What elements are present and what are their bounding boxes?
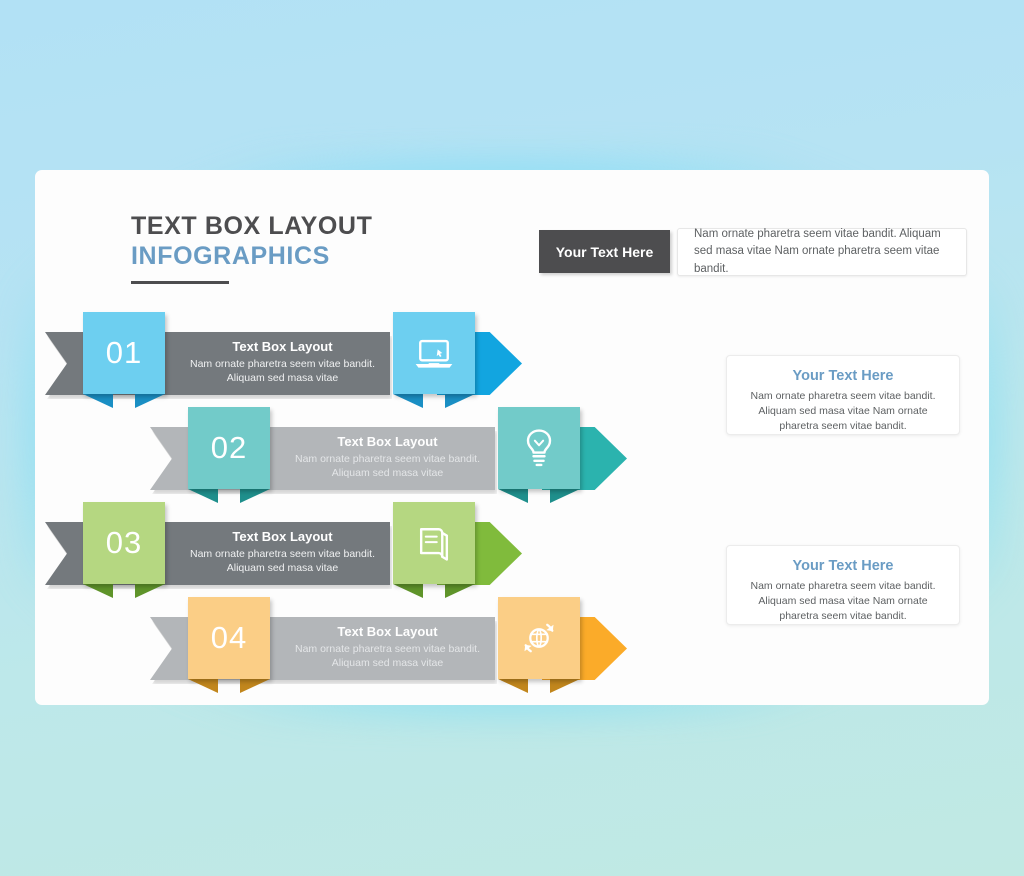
icon-tab[interactable] — [498, 597, 580, 679]
ribbon-title: Text Box Layout — [337, 434, 438, 449]
ribbon-title: Text Box Layout — [232, 529, 333, 544]
side-card-2[interactable]: Your Text Here Nam ornate pharetra seem … — [726, 545, 960, 625]
number-tab-tails — [83, 394, 165, 408]
side-card-1-body: Nam ornate pharetra seem vitae bandit. A… — [750, 390, 936, 433]
book-icon — [412, 521, 456, 565]
ribbon-description: Nam ornate pharetra seem vitae bandit. A… — [294, 453, 481, 480]
number-tab[interactable]: 02 — [188, 407, 270, 489]
ribbon-description: Nam ornate pharetra seem vitae bandit. A… — [189, 358, 376, 385]
ribbon-row-02[interactable]: Text Box Layout Nam ornate pharetra seem … — [150, 407, 627, 503]
step-number: 03 — [105, 525, 143, 560]
ribbon-title: Text Box Layout — [337, 624, 438, 639]
globe-refresh-icon — [517, 616, 561, 660]
title-line-1: TEXT BOX LAYOUT — [131, 212, 373, 240]
top-banner-body: Nam ornate pharetra seem vitae bandit. A… — [677, 228, 967, 276]
step-number: 02 — [210, 430, 248, 465]
title-line-2: INFOGRAPHICS — [131, 241, 330, 270]
ribbon-title: Text Box Layout — [232, 339, 333, 354]
icon-tab[interactable] — [393, 312, 475, 394]
step-number: 01 — [105, 335, 143, 370]
icon-tab-tails — [393, 394, 475, 408]
ribbon-row-04[interactable]: Text Box Layout Nam ornate pharetra seem … — [150, 597, 627, 693]
number-tab-tails — [188, 489, 270, 503]
laptop-icon — [412, 331, 456, 375]
ribbon-text-group: Text Box Layout Nam ornate pharetra seem … — [280, 434, 495, 481]
ribbon-row-03[interactable]: Text Box Layout Nam ornate pharetra seem … — [45, 502, 522, 598]
top-banner-tab[interactable]: Your Text Here — [539, 230, 670, 273]
icon-tab-tails — [393, 584, 475, 598]
ribbon-description: Nam ornate pharetra seem vitae bandit. A… — [294, 643, 481, 670]
icon-tab[interactable] — [498, 407, 580, 489]
lightbulb-icon — [517, 426, 561, 470]
slide-panel: TEXT BOX LAYOUT INFOGRAPHICS Nam ornate … — [35, 170, 989, 705]
ribbon-text-group: Text Box Layout Nam ornate pharetra seem … — [175, 529, 390, 576]
side-card-1-heading: Your Text Here — [792, 368, 894, 384]
side-card-2-heading: Your Text Here — [792, 558, 894, 574]
number-tab[interactable]: 03 — [83, 502, 165, 584]
number-tab-tails — [83, 584, 165, 598]
ribbon-description: Nam ornate pharetra seem vitae bandit. A… — [189, 548, 376, 575]
icon-tab-tails — [498, 489, 580, 503]
step-number: 04 — [210, 620, 248, 655]
number-tab[interactable]: 04 — [188, 597, 270, 679]
number-tab[interactable]: 01 — [83, 312, 165, 394]
ribbon-text-group: Text Box Layout Nam ornate pharetra seem … — [280, 624, 495, 671]
ribbon-row-01[interactable]: Text Box Layout Nam ornate pharetra seem … — [45, 312, 522, 408]
page-title: TEXT BOX LAYOUT INFOGRAPHICS — [131, 212, 372, 284]
side-card-1[interactable]: Your Text Here Nam ornate pharetra seem … — [726, 355, 960, 435]
ribbon-text-group: Text Box Layout Nam ornate pharetra seem … — [175, 339, 390, 386]
icon-tab[interactable] — [393, 502, 475, 584]
title-underline — [131, 281, 229, 284]
top-banner: Nam ornate pharetra seem vitae bandit. A… — [539, 228, 967, 276]
icon-tab-tails — [498, 679, 580, 693]
side-card-2-body: Nam ornate pharetra seem vitae bandit. A… — [750, 580, 936, 623]
top-banner-text: Nam ornate pharetra seem vitae bandit. A… — [694, 228, 941, 275]
number-tab-tails — [188, 679, 270, 693]
